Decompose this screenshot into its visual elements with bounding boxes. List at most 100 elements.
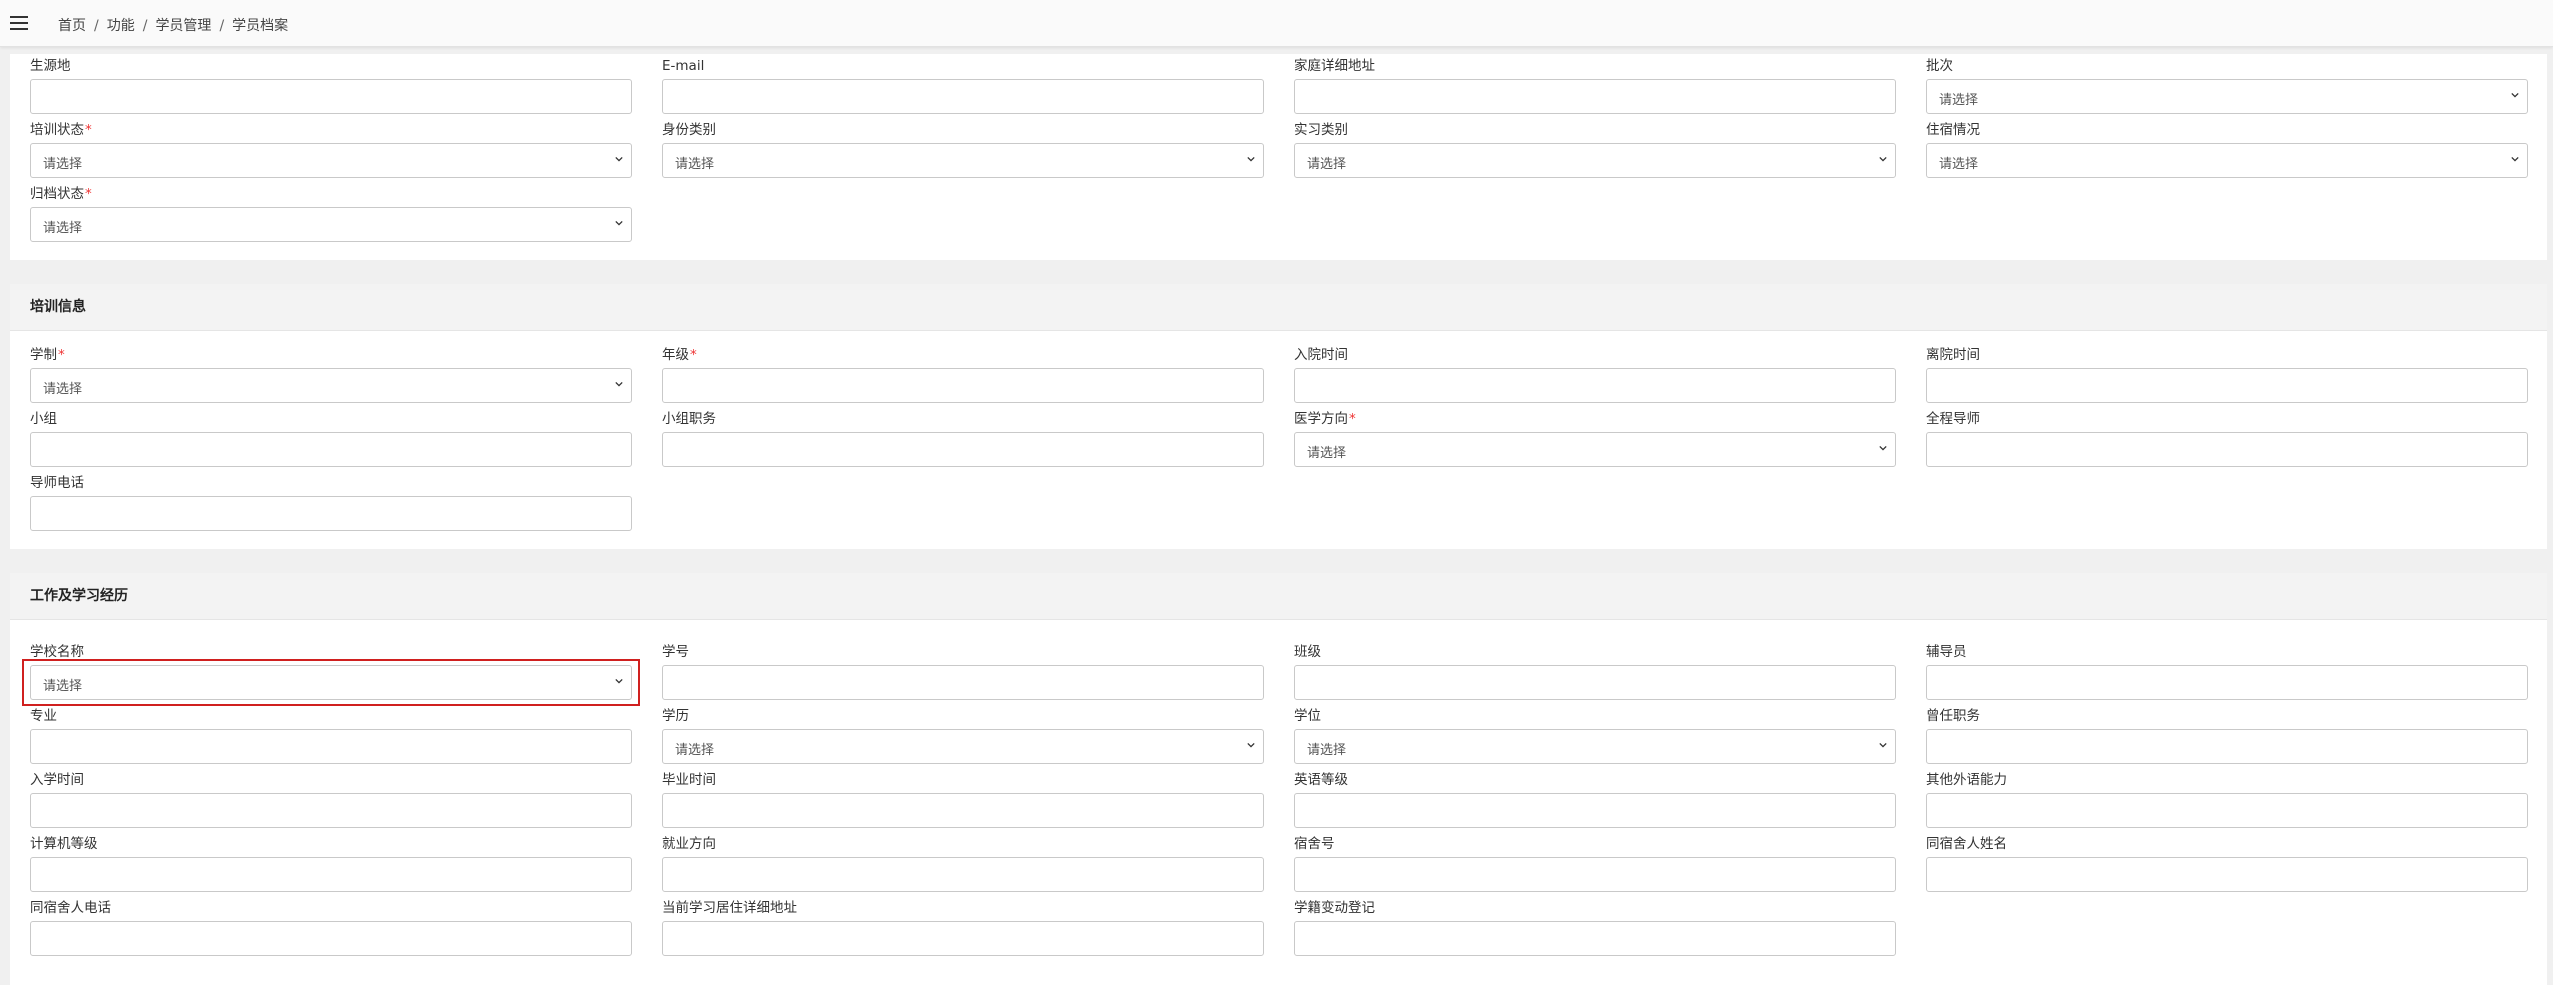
experience-field-2: 班级 xyxy=(1294,642,1896,706)
select-dropdown[interactable]: 请选择 xyxy=(1926,79,2528,114)
text-input[interactable] xyxy=(1294,79,1896,114)
field-label: 计算机等级 xyxy=(30,834,632,854)
training-field-4: 小组 xyxy=(30,409,632,473)
field-label-text: 其他外语能力 xyxy=(1926,772,2007,788)
text-input[interactable] xyxy=(30,496,632,531)
text-input[interactable] xyxy=(1294,665,1896,700)
experience-field-16: 同宿舍人电话 xyxy=(30,898,632,962)
basic-field-4: 培训状态* 请选择 xyxy=(30,120,632,184)
text-input[interactable] xyxy=(1294,921,1896,956)
field-label: 归档状态* xyxy=(30,184,632,204)
field-label-text: 离院时间 xyxy=(1926,347,1980,363)
experience-field-3: 辅导员 xyxy=(1926,642,2528,706)
experience-field-10: 英语等级 xyxy=(1294,770,1896,834)
field-label-text: 学号 xyxy=(662,644,689,660)
menu-toggle-icon[interactable] xyxy=(10,16,28,30)
text-input[interactable] xyxy=(662,79,1264,114)
select-placeholder: 请选择 xyxy=(1939,157,1979,172)
field-label: 宿舍号 xyxy=(1294,834,1896,854)
basic-field-7: 住宿情况请选择 xyxy=(1926,120,2528,184)
text-input[interactable] xyxy=(1926,729,2528,764)
field-label: 学位 xyxy=(1294,706,1896,726)
select-dropdown[interactable]: 请选择 xyxy=(1294,729,1896,764)
field-label-text: E-mail xyxy=(662,58,705,74)
field-label-text: 生源地 xyxy=(30,58,71,74)
basic-field-5: 身份类别 请选择 xyxy=(662,120,1264,184)
chevron-down-icon xyxy=(1879,445,1887,451)
select-dropdown[interactable]: 请选择 xyxy=(30,665,632,700)
field-label-text: 班级 xyxy=(1294,644,1321,660)
select-dropdown[interactable]: 请选择 xyxy=(662,729,1264,764)
text-input[interactable] xyxy=(30,729,632,764)
select-dropdown[interactable]: 请选择 xyxy=(1294,143,1896,178)
select-placeholder: 请选择 xyxy=(1307,157,1347,172)
field-label: 住宿情况 xyxy=(1926,120,2528,140)
breadcrumb-function[interactable]: 功能 xyxy=(107,18,135,34)
field-label: 当前学习居住详细地址 xyxy=(662,898,1264,918)
field-label-text: 医学方向 xyxy=(1294,411,1348,427)
training-field-5: 小组职务 xyxy=(662,409,1264,473)
text-input[interactable] xyxy=(30,79,632,114)
text-input[interactable] xyxy=(1294,368,1896,403)
training-field-8: 导师电话 xyxy=(30,473,632,537)
field-label: 曾任职务 xyxy=(1926,706,2528,726)
select-dropdown[interactable]: 请选择 xyxy=(30,368,632,403)
select-dropdown[interactable]: 请选择 xyxy=(1294,432,1896,467)
text-input[interactable] xyxy=(1926,665,2528,700)
text-input[interactable] xyxy=(662,793,1264,828)
text-input[interactable] xyxy=(1926,793,2528,828)
field-label: 医学方向* xyxy=(1294,409,1896,429)
select-dropdown[interactable]: 请选择 xyxy=(30,143,632,178)
field-label: 辅导员 xyxy=(1926,642,2528,662)
top-bar: 首页 / 功能 / 学员管理 / 学员档案 xyxy=(0,0,2553,47)
field-label: 年级* xyxy=(662,345,1264,365)
field-label-text: 年级 xyxy=(662,347,689,363)
basic-field-8: 归档状态* 请选择 xyxy=(30,184,632,248)
field-label-text: 学制 xyxy=(30,347,57,363)
chevron-down-icon xyxy=(615,381,623,387)
chevron-down-icon xyxy=(1247,156,1255,162)
text-input[interactable] xyxy=(30,432,632,467)
text-input[interactable] xyxy=(662,432,1264,467)
field-label-text: 学位 xyxy=(1294,708,1321,724)
breadcrumb-student-management[interactable]: 学员管理 xyxy=(155,18,211,34)
text-input[interactable] xyxy=(1926,368,2528,403)
field-label: 其他外语能力 xyxy=(1926,770,2528,790)
text-input[interactable] xyxy=(30,857,632,892)
training-field-1: 年级* xyxy=(662,345,1264,409)
field-label-text: 小组职务 xyxy=(662,411,716,427)
field-label: 就业方向 xyxy=(662,834,1264,854)
select-dropdown[interactable]: 请选择 xyxy=(30,207,632,242)
field-label-text: 同宿舍人电话 xyxy=(30,900,111,916)
experience-field-9: 毕业时间 xyxy=(662,770,1264,834)
field-label-text: 毕业时间 xyxy=(662,772,716,788)
text-input[interactable] xyxy=(1926,857,2528,892)
text-input[interactable] xyxy=(1926,432,2528,467)
text-input[interactable] xyxy=(662,921,1264,956)
section-experience: 学校名称 请选择 学号 班级 辅导员 专业 学历 请选择 学位 请选择 曾任职务 入学时间 毕业时间 英语… xyxy=(10,620,2547,962)
field-label-text: 学历 xyxy=(662,708,689,724)
text-input[interactable] xyxy=(30,793,632,828)
chevron-down-icon xyxy=(1879,156,1887,162)
select-dropdown[interactable]: 请选择 xyxy=(662,143,1264,178)
text-input[interactable] xyxy=(662,368,1264,403)
field-label: 专业 xyxy=(30,706,632,726)
text-input[interactable] xyxy=(662,665,1264,700)
field-label-text: 培训状态 xyxy=(30,122,84,138)
text-input[interactable] xyxy=(1294,793,1896,828)
field-label-text: 批次 xyxy=(1926,58,1953,74)
text-input[interactable] xyxy=(1294,857,1896,892)
breadcrumb-home[interactable]: 首页 xyxy=(58,18,86,34)
text-input[interactable] xyxy=(662,857,1264,892)
experience-field-7: 曾任职务 xyxy=(1926,706,2528,770)
text-input[interactable] xyxy=(30,921,632,956)
section-title-training: 培训信息 xyxy=(10,284,2547,331)
field-label: 培训状态* xyxy=(30,120,632,140)
field-label-text: 曾任职务 xyxy=(1926,708,1980,724)
select-dropdown[interactable]: 请选择 xyxy=(1926,143,2528,178)
section-basic: 生源地 E-mail 家庭详细地址 批次 请选择 培训状态* 请选择 身份类别 请选择 实习类别请… xyxy=(10,54,2547,260)
training-fields-grid: 学制* 请选择 年级* 入院时间 离院时间 小组 小组职务 医学方向* 请选择 全程导师 导师电话 xyxy=(10,345,2547,537)
basic-field-3: 批次 请选择 xyxy=(1926,56,2528,120)
training-field-7: 全程导师 xyxy=(1926,409,2528,473)
basic-field-2: 家庭详细地址 xyxy=(1294,56,1896,120)
